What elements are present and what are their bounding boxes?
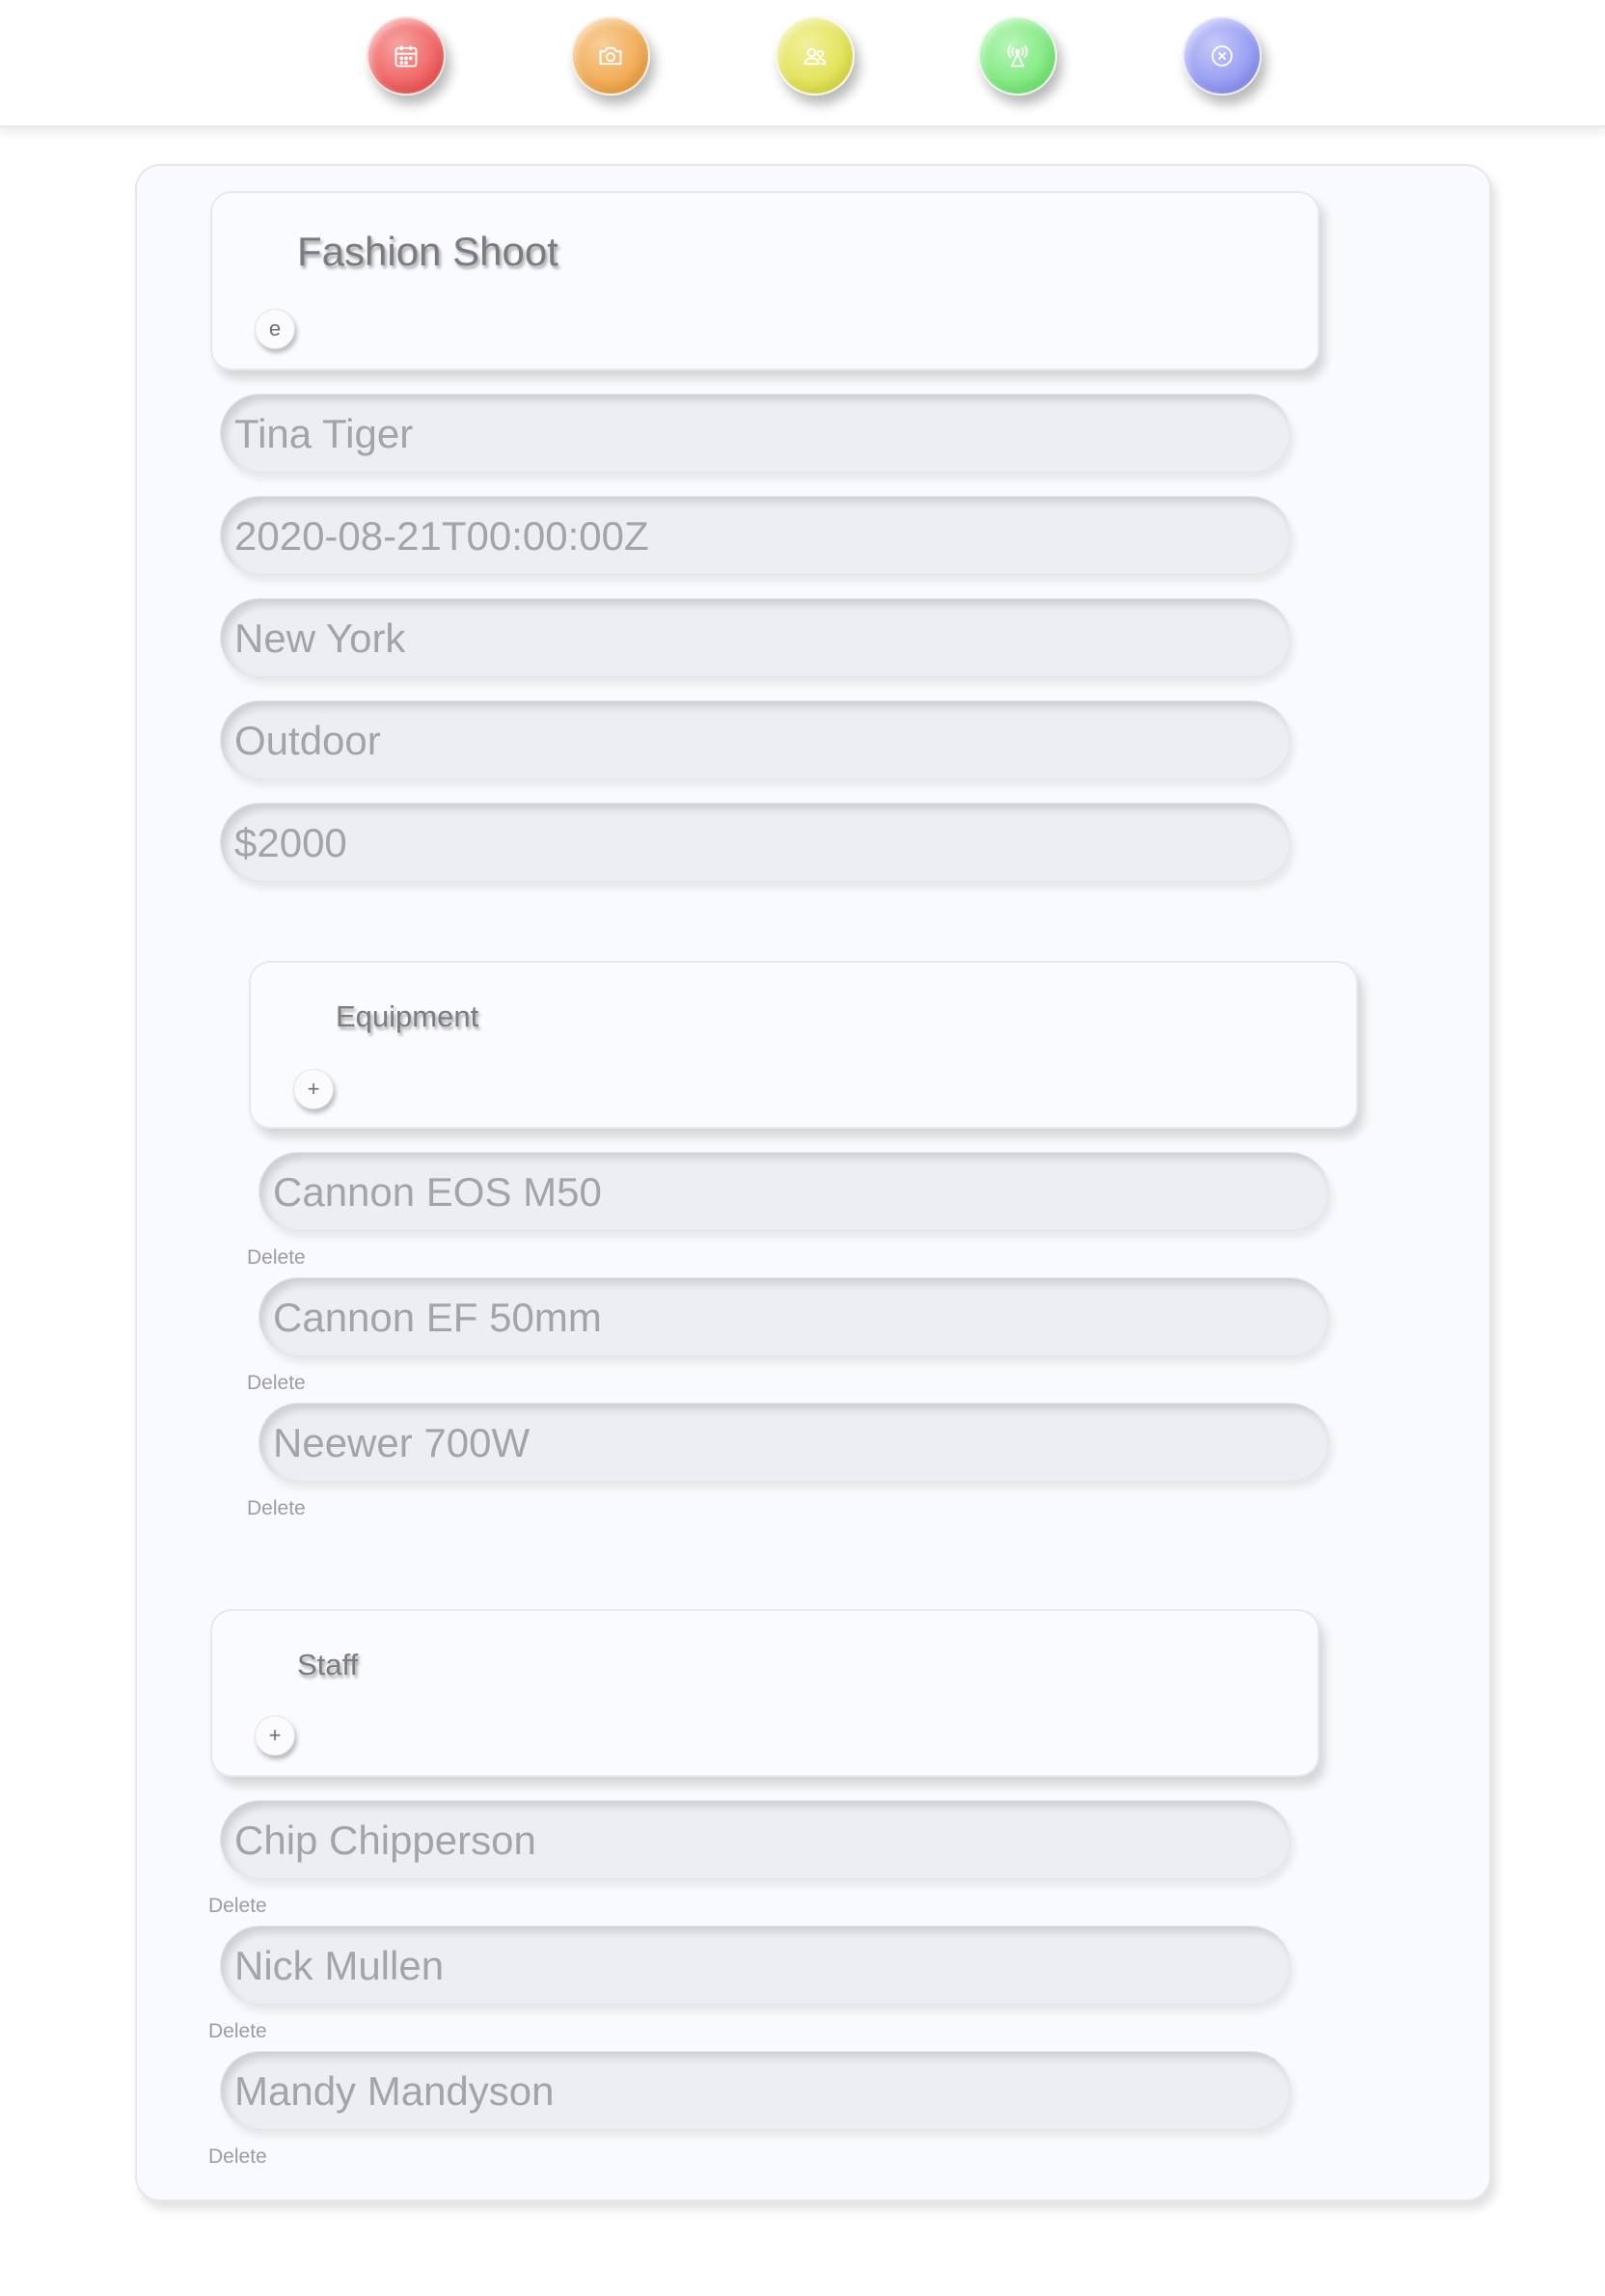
nav-camera-button[interactable] xyxy=(571,16,650,96)
camera-icon xyxy=(599,46,622,66)
nav-calendar-button[interactable] xyxy=(367,16,446,96)
budget-field[interactable]: $2000 xyxy=(220,803,1291,882)
nav-broadcast-button[interactable] xyxy=(978,16,1057,96)
nav-staff-button[interactable] xyxy=(775,16,855,96)
setting-field[interactable]: Outdoor xyxy=(220,700,1291,779)
shoot-date-field[interactable]: 2020-08-21T00:00:00Z xyxy=(220,496,1291,575)
staff-header: Staff + xyxy=(210,1609,1319,1777)
users-icon xyxy=(803,47,827,66)
delete-equipment-button[interactable]: Delete xyxy=(247,1497,306,1520)
equipment-item[interactable]: Cannon EF 50mm xyxy=(258,1277,1329,1356)
shoot-details-card: Fashion Shoot e Tina Tiger 2020-08-21T00… xyxy=(135,164,1491,2201)
staff-title: Staff xyxy=(297,1648,359,1681)
broadcast-icon xyxy=(1007,44,1028,68)
staff-item[interactable]: Mandy Mandyson xyxy=(220,2051,1291,2130)
delete-staff-button[interactable]: Delete xyxy=(208,1895,267,1918)
equipment-item[interactable]: Cannon EOS M50 xyxy=(258,1152,1329,1231)
delete-staff-button[interactable]: Delete xyxy=(208,2020,267,2043)
add-staff-button[interactable]: + xyxy=(255,1715,295,1756)
equipment-header: Equipment + xyxy=(249,961,1358,1129)
shoot-header: Fashion Shoot e xyxy=(210,191,1319,370)
equipment-item[interactable]: Neewer 700W xyxy=(258,1403,1329,1482)
nav-close-button[interactable] xyxy=(1183,16,1262,96)
delete-equipment-button[interactable]: Delete xyxy=(247,1372,306,1395)
staff-item[interactable]: Chip Chipperson xyxy=(220,1800,1291,1879)
delete-equipment-button[interactable]: Delete xyxy=(247,1246,306,1270)
top-navigation-bar xyxy=(0,0,1605,127)
edit-shoot-button[interactable]: e xyxy=(255,309,295,349)
close-circle-icon xyxy=(1211,45,1233,67)
calendar-icon xyxy=(394,45,418,68)
client-name-field[interactable]: Tina Tiger xyxy=(220,394,1291,473)
add-equipment-button[interactable]: + xyxy=(293,1069,334,1109)
location-field[interactable]: New York xyxy=(220,598,1291,677)
delete-staff-button[interactable]: Delete xyxy=(208,2146,267,2169)
shoot-title: Fashion Shoot xyxy=(297,229,558,274)
equipment-title: Equipment xyxy=(336,999,479,1033)
staff-item[interactable]: Nick Mullen xyxy=(220,1926,1291,2005)
